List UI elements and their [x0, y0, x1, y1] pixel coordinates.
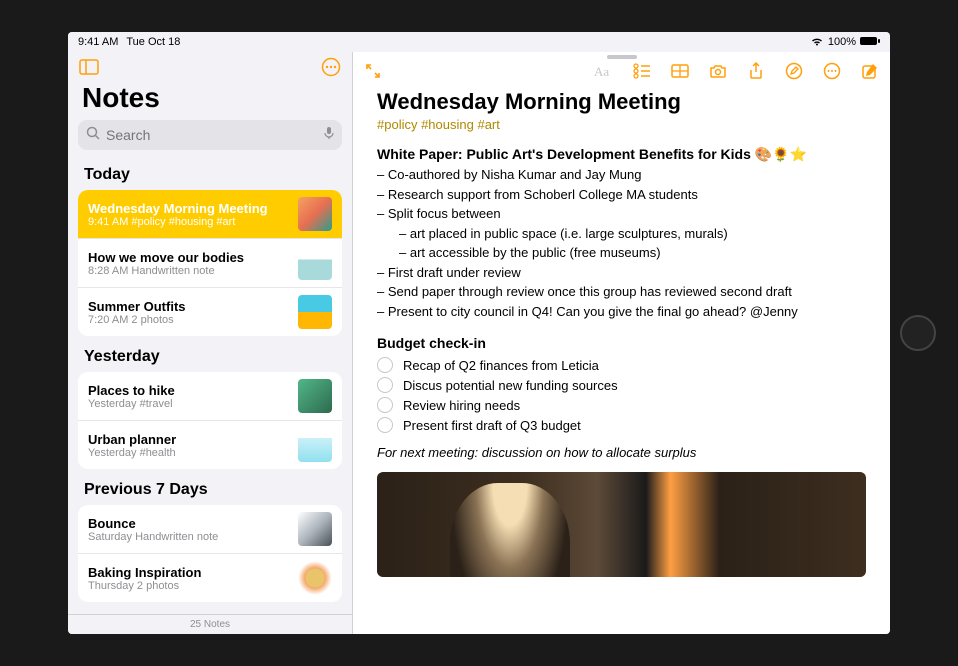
markup-button[interactable] — [784, 61, 804, 81]
note-item-subtitle: Yesterday #health — [88, 447, 290, 459]
note-section-title: White Paper: Public Art's Development Be… — [377, 146, 866, 163]
checkbox-icon[interactable] — [377, 357, 393, 373]
ipad-frame: 9:41 AM Tue Oct 18 100% — [0, 0, 958, 666]
sidebar: Notes Today — [68, 52, 353, 634]
note-item-subtitle: Yesterday #travel — [88, 398, 290, 410]
notes-list[interactable]: Today Wednesday Morning Meeting 9:41 AM … — [68, 158, 352, 614]
checklist-button[interactable] — [632, 61, 652, 81]
search-input[interactable] — [106, 127, 318, 143]
main-pane: Aa — [353, 52, 890, 634]
search-bar[interactable] — [78, 120, 342, 150]
status-date: Tue Oct 18 — [126, 36, 180, 48]
note-line: – Research support from Schoberl College… — [377, 185, 866, 205]
battery-percent: 100% — [828, 36, 856, 48]
note-title: Wednesday Morning Meeting — [377, 89, 866, 115]
more-options-button[interactable] — [320, 56, 342, 78]
note-item-title: Bounce — [88, 516, 290, 531]
note-body[interactable]: Wednesday Morning Meeting #policy #housi… — [353, 83, 890, 634]
note-line: – Split focus between — [377, 204, 866, 224]
section-header-prev7: Previous 7 Days — [78, 473, 342, 505]
note-thumbnail — [298, 428, 332, 462]
note-thumbnail — [298, 197, 332, 231]
format-text-button[interactable]: Aa — [594, 61, 614, 81]
expand-button[interactable] — [363, 61, 383, 81]
section-header-today: Today — [78, 158, 342, 190]
checklist-item[interactable]: Recap of Q2 finances from Leticia — [377, 355, 866, 375]
camera-button[interactable] — [708, 61, 728, 81]
checkbox-icon[interactable] — [377, 417, 393, 433]
table-button[interactable] — [670, 61, 690, 81]
note-tags[interactable]: #policy #housing #art — [377, 117, 866, 132]
note-item-subtitle: 9:41 AM #policy #housing #art — [88, 216, 290, 228]
note-item-subtitle: 8:28 AM Handwritten note — [88, 265, 290, 277]
note-item-subtitle: Thursday 2 photos — [88, 580, 290, 592]
note-thumbnail — [298, 246, 332, 280]
checklist-item[interactable]: Discus potential new funding sources — [377, 375, 866, 395]
note-line: – art accessible by the public (free mus… — [377, 243, 866, 263]
checklist-item[interactable]: Present first draft of Q3 budget — [377, 415, 866, 435]
note-item-title: Summer Outfits — [88, 299, 290, 314]
battery-icon — [860, 36, 880, 49]
svg-text:Aa: Aa — [594, 64, 609, 79]
note-section-title: Budget check-in — [377, 335, 866, 351]
checklist-label: Review hiring needs — [403, 398, 520, 413]
note-item[interactable]: How we move our bodies 8:28 AM Handwritt… — [78, 239, 342, 288]
checklist-label: Present first draft of Q3 budget — [403, 418, 581, 433]
note-item-title: Wednesday Morning Meeting — [88, 201, 290, 216]
note-item[interactable]: Baking Inspiration Thursday 2 photos — [78, 554, 342, 602]
note-thumbnail — [298, 512, 332, 546]
note-item-title: Places to hike — [88, 383, 290, 398]
main-toolbar: Aa — [353, 59, 890, 83]
note-checklist: Recap of Q2 finances from Leticia Discus… — [377, 355, 866, 435]
wifi-icon — [810, 36, 824, 49]
note-line: – Co-authored by Nisha Kumar and Jay Mun… — [377, 165, 866, 185]
note-line: – Send paper through review once this gr… — [377, 282, 866, 302]
search-icon — [86, 126, 100, 145]
note-item[interactable]: Summer Outfits 7:20 AM 2 photos — [78, 288, 342, 336]
more-button[interactable] — [822, 61, 842, 81]
status-time: 9:41 AM — [78, 36, 118, 48]
screen: 9:41 AM Tue Oct 18 100% — [68, 32, 890, 634]
checkbox-icon[interactable] — [377, 377, 393, 393]
note-italic-line: For next meeting: discussion on how to a… — [377, 445, 866, 460]
note-line: – Present to city council in Q4! Can you… — [377, 302, 866, 322]
note-item[interactable]: Places to hike Yesterday #travel — [78, 372, 342, 421]
checklist-item[interactable]: Review hiring needs — [377, 395, 866, 415]
note-image[interactable] — [377, 472, 866, 577]
section-header-yesterday: Yesterday — [78, 340, 342, 372]
note-item-title: Urban planner — [88, 432, 290, 447]
note-item[interactable]: Bounce Saturday Handwritten note — [78, 505, 342, 554]
home-button[interactable] — [900, 315, 936, 351]
note-item-title: How we move our bodies — [88, 250, 290, 265]
note-thumbnail — [298, 379, 332, 413]
share-button[interactable] — [746, 61, 766, 81]
mic-icon[interactable] — [324, 126, 334, 145]
sidebar-title: Notes — [68, 80, 352, 120]
sidebar-footer-count: 25 Notes — [68, 614, 352, 634]
note-thumbnail — [298, 561, 332, 595]
note-item-title: Baking Inspiration — [88, 565, 290, 580]
note-line: – First draft under review — [377, 263, 866, 283]
checklist-label: Recap of Q2 finances from Leticia — [403, 358, 599, 373]
status-bar: 9:41 AM Tue Oct 18 100% — [68, 32, 890, 52]
checklist-label: Discus potential new funding sources — [403, 378, 618, 393]
checkbox-icon[interactable] — [377, 397, 393, 413]
compose-button[interactable] — [860, 61, 880, 81]
note-thumbnail — [298, 295, 332, 329]
note-item[interactable]: Wednesday Morning Meeting 9:41 AM #polic… — [78, 190, 342, 239]
sidebar-toggle-button[interactable] — [78, 56, 100, 78]
note-line: – art placed in public space (i.e. large… — [377, 224, 866, 244]
note-item[interactable]: Urban planner Yesterday #health — [78, 421, 342, 469]
note-item-subtitle: Saturday Handwritten note — [88, 531, 290, 543]
note-item-subtitle: 7:20 AM 2 photos — [88, 314, 290, 326]
